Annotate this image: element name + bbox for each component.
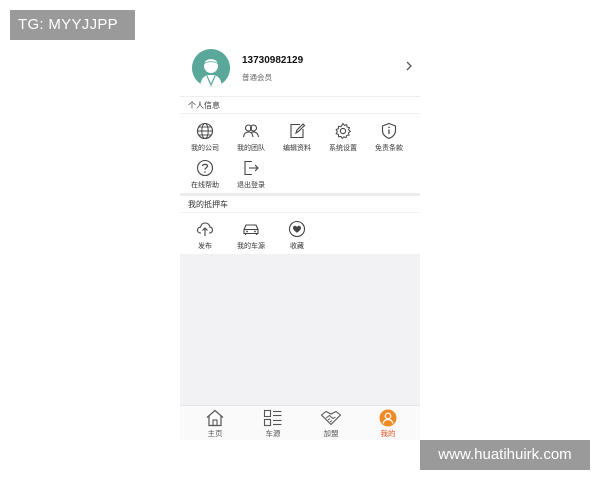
globe-icon <box>196 122 214 140</box>
handshake-icon <box>320 410 342 426</box>
menu-item-label: 免责条款 <box>375 144 403 152</box>
watermark-top-left: TG: MYYJJPP <box>10 10 135 40</box>
menu-item-label: 编辑资料 <box>283 144 311 152</box>
menu-item-publish[interactable]: 发布 <box>182 218 228 254</box>
help-icon <box>196 159 214 177</box>
tab-label: 主页 <box>207 429 223 438</box>
menu-item-label: 我的车源 <box>237 242 265 250</box>
menu-item-my-cars[interactable]: 我的车源 <box>228 218 274 254</box>
menu-item-my-company[interactable]: 我的公司 <box>182 120 228 156</box>
bottom-tab-bar: 主页 车源 加盟 我的 <box>180 405 420 440</box>
section-title-mortgage-cars: 我的抵押车 <box>180 196 420 213</box>
tab-label: 加盟 <box>323 429 339 438</box>
heart-icon <box>288 220 306 238</box>
tab-car-source[interactable]: 车源 <box>248 406 298 440</box>
profile-header[interactable]: 13730982129 普通会员 <box>180 40 420 96</box>
tab-label: 我的 <box>380 429 396 438</box>
menu-item-system-settings[interactable]: 系统设置 <box>320 120 366 156</box>
menu-item-edit-profile[interactable]: 编辑资料 <box>274 120 320 156</box>
team-icon <box>242 124 260 138</box>
menu-item-disclaimer[interactable]: 免责条款 <box>366 120 412 156</box>
upload-cloud-icon <box>196 222 214 236</box>
menu-item-my-team[interactable]: 我的团队 <box>228 120 274 156</box>
menu-item-label: 收藏 <box>290 242 304 250</box>
phone-number: 13730982129 <box>242 55 304 66</box>
edit-icon <box>290 123 306 139</box>
menu-item-online-help[interactable]: 在线帮助 <box>182 157 228 193</box>
menu-item-label: 我的团队 <box>237 144 265 152</box>
empty-content-area <box>180 254 420 405</box>
tab-home[interactable]: 主页 <box>190 406 240 440</box>
watermark-bottom-right: www.huatihuirk.com <box>420 440 590 470</box>
home-icon <box>206 409 224 427</box>
menu-item-label: 在线帮助 <box>191 181 219 189</box>
shield-icon <box>381 122 397 140</box>
menu-item-favorites[interactable]: 收藏 <box>274 218 320 254</box>
menu-item-label: 发布 <box>198 242 212 250</box>
menu-item-label: 我的公司 <box>191 144 219 152</box>
user-avatar-icon <box>192 49 230 87</box>
menu-item-label: 系统设置 <box>329 144 357 152</box>
list-icon <box>263 409 282 427</box>
gear-icon <box>335 122 352 140</box>
tab-mine[interactable]: 我的 <box>363 406 413 440</box>
tab-label: 车源 <box>265 429 281 438</box>
menu-item-logout[interactable]: 退出登录 <box>228 157 274 193</box>
car-icon <box>243 224 259 235</box>
logout-icon <box>244 160 259 176</box>
member-level: 普通会员 <box>242 73 272 82</box>
profile-icon <box>379 409 397 427</box>
app-screen: 13730982129 普通会员 个人信息 我的公司 我的团队 编辑资料 系统设… <box>180 40 420 440</box>
tab-join[interactable]: 加盟 <box>306 406 356 440</box>
chevron-right-icon[interactable] <box>404 58 414 72</box>
menu-item-label: 退出登录 <box>237 181 265 189</box>
section-title-personal-info: 个人信息 <box>180 97 420 114</box>
